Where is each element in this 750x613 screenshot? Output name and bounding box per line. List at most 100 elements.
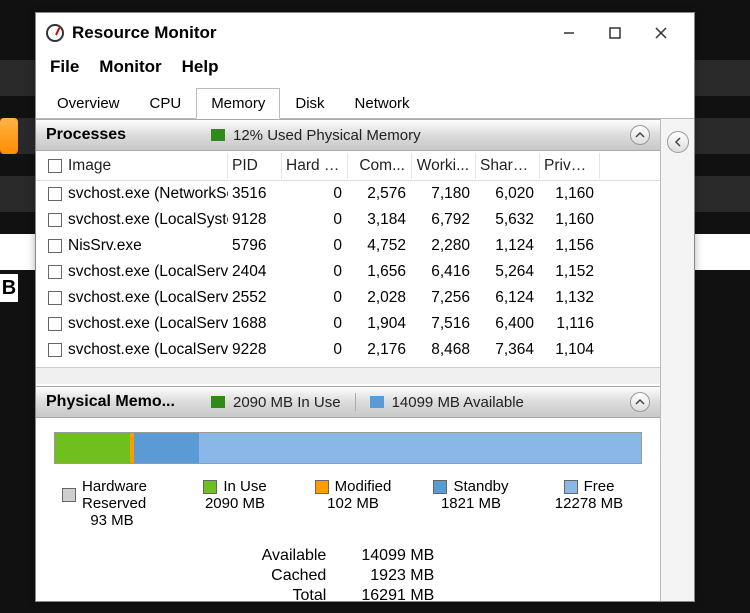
cell-share: 5,264 <box>476 261 540 283</box>
cell-share: 7,364 <box>476 339 540 361</box>
row-checkbox[interactable] <box>48 291 62 305</box>
window-title: Resource Monitor <box>72 23 546 43</box>
table-row[interactable]: svchost.exe (NetworkSer...351602,5767,18… <box>36 181 660 207</box>
cell-image: svchost.exe (LocalServic... <box>68 341 228 359</box>
tab-cpu[interactable]: CPU <box>135 88 197 119</box>
expand-charts-button[interactable] <box>667 131 689 153</box>
titlebar[interactable]: Resource Monitor <box>36 13 694 53</box>
cell-private: 1,160 <box>540 209 600 231</box>
memory-legend: Hardware Reserved 93 MB In Use 2090 MB M… <box>54 478 642 529</box>
row-checkbox[interactable] <box>48 317 62 331</box>
legend-standby: Standby 1821 MB <box>426 478 516 529</box>
chart-sidebar <box>660 119 694 601</box>
cell-hardfaults: 0 <box>282 261 348 283</box>
cell-image: NisSrv.exe <box>68 237 142 255</box>
table-row[interactable]: NisSrv.exe579604,7522,2801,1241,156 <box>36 233 660 259</box>
cell-commit: 2,176 <box>348 339 412 361</box>
row-checkbox[interactable] <box>48 187 62 201</box>
legend-free: Free 12278 MB <box>544 478 634 529</box>
cell-share: 6,124 <box>476 287 540 309</box>
tab-network[interactable]: Network <box>340 88 425 119</box>
cell-commit: 2,576 <box>348 183 412 205</box>
cell-working: 7,516 <box>412 313 476 335</box>
cell-working: 6,416 <box>412 261 476 283</box>
cell-working: 2,280 <box>412 235 476 257</box>
processes-status: 12% Used Physical Memory <box>233 127 421 144</box>
close-button[interactable] <box>638 18 684 48</box>
physical-memory-body: Hardware Reserved 93 MB In Use 2090 MB M… <box>36 418 660 601</box>
cell-working: 7,256 <box>412 287 476 309</box>
row-checkbox[interactable] <box>48 343 62 357</box>
cell-commit: 1,656 <box>348 261 412 283</box>
section-physical-memory-header[interactable]: Physical Memo... 2090 MB In Use 14099 MB… <box>36 386 660 418</box>
tab-disk[interactable]: Disk <box>280 88 339 119</box>
resource-monitor-window: Resource Monitor File Monitor Help Overv… <box>35 12 695 602</box>
maximize-button[interactable] <box>592 18 638 48</box>
minimize-button[interactable] <box>546 18 592 48</box>
collapse-processes-button[interactable] <box>630 125 650 145</box>
table-row[interactable]: svchost.exe (LocalServic...922802,1768,4… <box>36 337 660 363</box>
row-checkbox[interactable] <box>48 265 62 279</box>
cell-image: svchost.exe (LocalServic... <box>68 289 228 307</box>
cell-hardfaults: 0 <box>282 313 348 335</box>
cell-private: 1,160 <box>540 183 600 205</box>
col-pid[interactable]: PID <box>228 153 282 179</box>
col-image[interactable]: Image <box>42 153 228 179</box>
cell-image: svchost.exe (LocalServic... <box>68 315 228 333</box>
summary-available-value: 14099 MB <box>344 547 434 565</box>
tab-memory[interactable]: Memory <box>196 88 280 119</box>
processes-horizontal-scrollbar[interactable] <box>36 367 660 384</box>
swatch-inuse-icon <box>203 480 217 494</box>
menu-file[interactable]: File <box>50 57 79 77</box>
memory-usage-bar <box>54 432 642 464</box>
memory-summary: Available 14099 MB Cached 1923 MB Total … <box>54 547 642 601</box>
table-row[interactable]: svchost.exe (LocalSyste...912803,1846,79… <box>36 207 660 233</box>
summary-total-value: 16291 MB <box>344 587 434 601</box>
cell-pid: 3516 <box>228 183 282 205</box>
physical-memory-title: Physical Memo... <box>46 393 211 411</box>
inuse-stat: 2090 MB In Use <box>233 394 341 411</box>
inuse-indicator-icon <box>211 396 225 408</box>
separator <box>355 393 356 411</box>
cell-working: 6,792 <box>412 209 476 231</box>
mem-segment-free <box>199 433 641 463</box>
summary-cached-value: 1923 MB <box>344 567 434 585</box>
col-hardfaults[interactable]: Hard F... <box>282 153 348 179</box>
row-checkbox[interactable] <box>48 239 62 253</box>
swatch-standby-icon <box>433 480 447 494</box>
col-shareable[interactable]: Share... <box>476 153 540 179</box>
cell-hardfaults: 0 <box>282 209 348 231</box>
tab-overview[interactable]: Overview <box>42 88 135 119</box>
section-processes-header[interactable]: Processes 12% Used Physical Memory <box>36 119 660 151</box>
cell-share: 6,400 <box>476 313 540 335</box>
menu-help[interactable]: Help <box>182 57 219 77</box>
col-working[interactable]: Worki... <box>412 153 476 179</box>
cell-working: 8,468 <box>412 339 476 361</box>
col-commit[interactable]: Com... <box>348 153 412 179</box>
processes-title: Processes <box>46 126 211 144</box>
cell-commit: 2,028 <box>348 287 412 309</box>
row-checkbox[interactable] <box>48 213 62 227</box>
cell-pid: 5796 <box>228 235 282 257</box>
cell-share: 1,124 <box>476 235 540 257</box>
mem-segment-standby <box>134 433 200 463</box>
cell-hardfaults: 0 <box>282 287 348 309</box>
swatch-modified-icon <box>315 480 329 494</box>
select-all-checkbox[interactable] <box>48 159 62 173</box>
legend-modified: Modified 102 MB <box>308 478 398 529</box>
table-row[interactable]: svchost.exe (LocalServic...255202,0287,2… <box>36 285 660 311</box>
cell-image: svchost.exe (NetworkSer... <box>68 185 228 203</box>
table-row[interactable]: svchost.exe (LocalServic...168801,9047,5… <box>36 311 660 337</box>
cell-share: 6,020 <box>476 183 540 205</box>
menu-monitor[interactable]: Monitor <box>99 57 161 77</box>
table-row[interactable]: svchost.exe (LocalServic...240401,6566,4… <box>36 259 660 285</box>
col-private[interactable]: Privat... <box>540 153 600 179</box>
cell-hardfaults: 0 <box>282 339 348 361</box>
cell-pid: 2404 <box>228 261 282 283</box>
cell-pid: 2552 <box>228 287 282 309</box>
processes-table-body[interactable]: svchost.exe (NetworkSer...351602,5767,18… <box>36 181 660 367</box>
cell-share: 5,632 <box>476 209 540 231</box>
cell-private: 1,104 <box>540 339 600 361</box>
collapse-physical-button[interactable] <box>630 392 650 412</box>
processes-column-headers: Image PID Hard F... Com... Worki... Shar… <box>36 151 660 181</box>
